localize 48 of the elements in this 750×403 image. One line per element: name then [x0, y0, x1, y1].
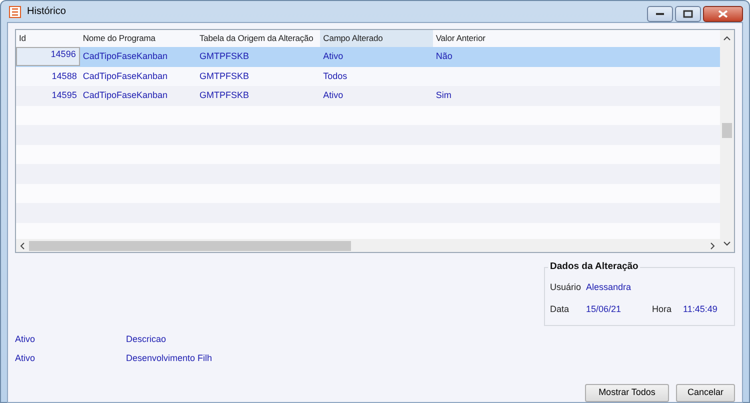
minimize-icon: [655, 12, 665, 16]
column-header[interactable]: Nome do Programa: [80, 30, 196, 47]
close-button[interactable]: [703, 6, 743, 22]
table-cell-text: CadTipoFaseKanban: [82, 50, 169, 63]
window-title: Histórico: [27, 5, 66, 19]
table-cell-text: CadTipoFaseKanban: [82, 70, 169, 83]
column-header[interactable]: Tabela da Origem da Alteração: [196, 30, 320, 47]
maximize-icon: [683, 10, 693, 18]
scroll-right-icon[interactable]: [710, 242, 715, 250]
table-cell-text: Ativo: [322, 89, 344, 102]
table-cell-text: GMTPFSKB: [198, 50, 250, 63]
table-cell-text: Sim: [434, 89, 452, 102]
table-cell-text: GMTPFSKB: [198, 89, 250, 102]
field-value: Desenvolvimento Filh: [126, 352, 212, 365]
table-cell-text: CadTipoFaseKanban: [82, 89, 169, 102]
table-cell-text: Não: [434, 50, 454, 63]
field-label: Usuário: [550, 280, 582, 294]
table-cell-text: GMTPFSKB: [198, 70, 250, 82]
table-cell: 14596: [16, 47, 80, 66]
scroll-thumb[interactable]: [29, 240, 351, 250]
table-row[interactable]: 14596 CadTipoFaseKanban GMTPFSKB Ativo Não: [16, 47, 720, 66]
app-icon: [9, 6, 21, 18]
table-row[interactable]: 14588 CadTipoFaseKanban GMTPFSKB Todos: [16, 66, 720, 86]
close-icon: [718, 10, 728, 18]
minimize-button[interactable]: [647, 6, 673, 22]
action-button[interactable]: Cancelar: [676, 384, 735, 402]
action-button[interactable]: Mostrar Todos: [585, 384, 669, 402]
field-value: Ativo: [15, 352, 36, 365]
column-header[interactable]: Campo Alterado: [320, 30, 433, 47]
field-value: 11:45:49: [683, 302, 718, 316]
field-value: Alessandra: [586, 280, 632, 294]
table-row[interactable]: 14595 CadTipoFaseKanban GMTPFSKB Ativo Sim: [16, 86, 720, 106]
field-label: Hora: [652, 302, 673, 316]
field-value: 15/06/21: [586, 302, 622, 316]
table-cell-text: Todos: [322, 70, 348, 82]
table-cell-text: 14595: [50, 89, 78, 102]
scroll-down-icon[interactable]: [723, 241, 731, 246]
field-value: Descricao: [126, 332, 166, 346]
scroll-up-icon[interactable]: [723, 36, 731, 41]
maximize-button[interactable]: [675, 6, 701, 22]
scroll-thumb[interactable]: [722, 123, 732, 138]
field-value: Ativo: [15, 332, 36, 346]
field-label: Data: [550, 302, 570, 316]
column-header[interactable]: Id: [16, 30, 80, 47]
table-cell-text: 14588: [50, 70, 78, 82]
scroll-left-icon[interactable]: [20, 242, 25, 250]
column-header[interactable]: Valor Anterior: [432, 30, 720, 47]
table-cell-text: Ativo: [322, 50, 344, 63]
